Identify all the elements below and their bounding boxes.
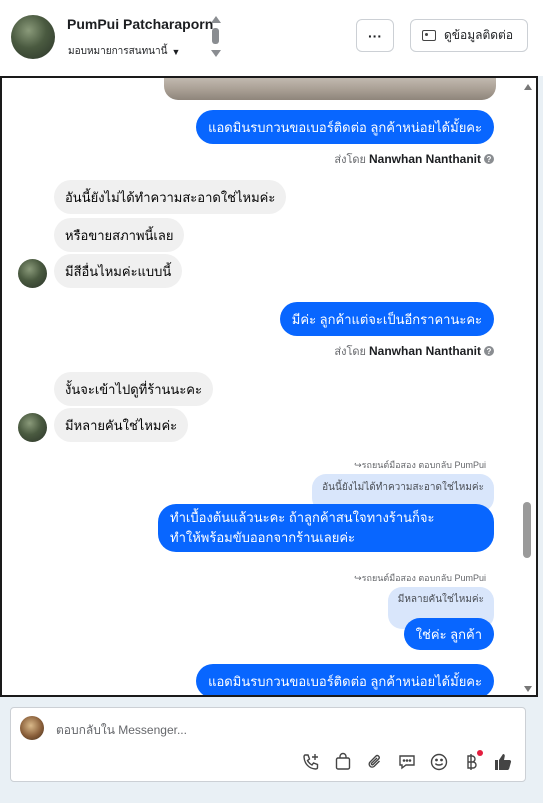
sent-by-name: Nanwhan Nanthanit (368, 152, 481, 166)
conversation-header: PumPui Patcharaporn มอบหมายการสนทนานี้ ▼… (0, 0, 543, 76)
message-outgoing-reply[interactable]: ทำเบื้องต้นแล้วนะคะ ถ้าลูกค้าสนใจทางร้าน… (158, 504, 494, 552)
message-incoming[interactable]: งั้นจะเข้าไปดูที่ร้านนะคะ (54, 372, 213, 406)
view-contact-label: ดูข้อมูลติดต่อ (444, 28, 514, 42)
composer-toolbar (301, 750, 513, 772)
message-thread[interactable]: แอดมินรบกวนขอเบอร์ติดต่อ ลูกค้าหน่อยได้ม… (0, 76, 538, 697)
reply-line: ทำให้พร้อมขับออกจากร้านเลยค่ะ (170, 530, 356, 545)
reply-input[interactable]: ตอบกลับใน Messenger... (56, 721, 187, 740)
contact-name[interactable]: PumPui Patcharaporn (67, 16, 213, 32)
scroll-up-icon[interactable] (524, 84, 532, 90)
scroll-down-icon[interactable] (524, 686, 532, 692)
avatar[interactable] (18, 413, 47, 442)
reply-line: ทำเบื้องต้นแล้วนะคะ ถ้าลูกค้าสนใจทางร้าน… (170, 510, 435, 525)
shared-photo[interactable] (164, 78, 496, 100)
reorder-icon[interactable] (210, 16, 222, 60)
message-outgoing-reply[interactable]: ใช่ค่ะ ลูกค้า (403, 618, 494, 650)
sent-by-name: Nanwhan Nanthanit (368, 344, 481, 358)
message-incoming[interactable]: หรือขายสภาพนี้เลย (54, 218, 185, 252)
notification-dot (477, 750, 483, 756)
message-incoming[interactable]: อันนี้ยังไม่ได้ทำความสะอาดใช่ไหมค่ะ (54, 180, 287, 214)
message-incoming[interactable]: มีสีอื่นไหมค่ะแบบนี้ (54, 254, 183, 288)
reply-indicator: ↪รถยนต์มือสอง ตอบกลับ PumPui (354, 460, 486, 470)
page-avatar (20, 716, 44, 740)
view-contact-button[interactable]: ดูข้อมูลติดต่อ (410, 19, 528, 52)
smiley-icon[interactable] (429, 752, 449, 772)
reply-indicator: ↪รถยนต์มือสอง ตอบกลับ PumPui (354, 573, 486, 583)
help-icon[interactable]: ? (484, 346, 494, 356)
sent-by-prefix: ส่งโดย (334, 154, 366, 166)
caret-down-icon: ▼ (171, 46, 181, 57)
help-icon[interactable]: ? (484, 154, 494, 164)
phone-add-icon[interactable] (301, 752, 321, 772)
scrollbar[interactable] (523, 82, 533, 694)
scrollbar-thumb[interactable] (523, 502, 531, 558)
reply-meta-text: รถยนต์มือสอง ตอบกลับ PumPui (361, 573, 486, 583)
sent-by-info: ส่งโดย Nanwhan Nanthanit ? (334, 150, 494, 168)
chat-bubble-icon[interactable] (397, 752, 417, 772)
reply-meta-text: รถยนต์มือสอง ตอบกลับ PumPui (361, 460, 486, 470)
assign-conversation-dropdown[interactable]: มอบหมายการสนทนานี้ ▼ (68, 44, 180, 59)
paperclip-icon[interactable] (365, 752, 385, 772)
reply-composer[interactable]: ตอบกลับใน Messenger... (10, 707, 526, 782)
baht-icon[interactable] (461, 750, 483, 772)
more-options-button[interactable]: ··· (356, 19, 394, 52)
avatar[interactable] (11, 15, 55, 59)
assign-label: มอบหมายการสนทนานี้ (68, 46, 168, 57)
sent-by-prefix: ส่งโดย (334, 346, 366, 358)
message-outgoing[interactable]: แอดมินรบกวนขอเบอร์ติดต่อ ลูกค้าหน่อยได้ม… (196, 664, 494, 695)
contact-card-icon (422, 30, 436, 41)
thumbs-up-icon[interactable] (493, 752, 513, 772)
message-outgoing[interactable]: มีค่ะ ลูกค้าแต่จะเป็นอีกราคานะคะ (279, 302, 494, 336)
avatar[interactable] (18, 259, 47, 288)
sent-by-info: ส่งโดย Nanwhan Nanthanit ? (334, 342, 494, 360)
message-outgoing[interactable]: แอดมินรบกวนขอเบอร์ติดต่อ ลูกค้าหน่อยได้ม… (196, 110, 494, 144)
shopping-bag-icon[interactable] (333, 752, 353, 772)
message-incoming[interactable]: มีหลายคันใช่ไหมค่ะ (54, 408, 189, 442)
